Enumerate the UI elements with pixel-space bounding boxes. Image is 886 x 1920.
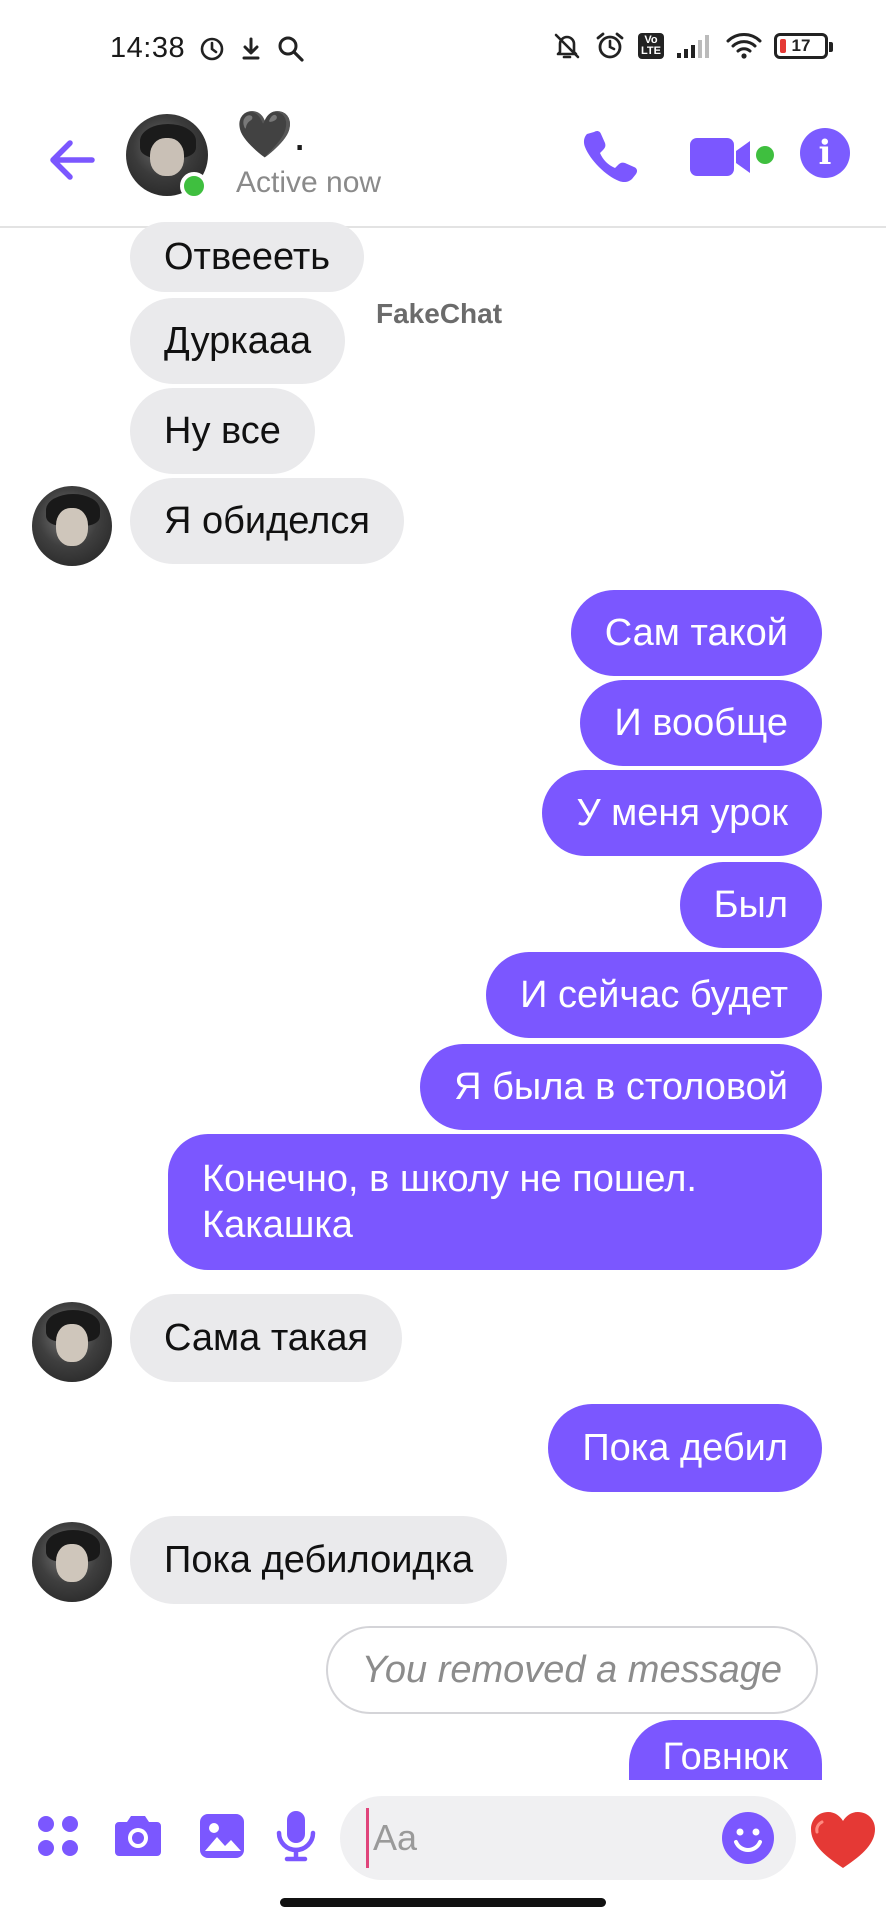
- sender-avatar[interactable]: [32, 486, 112, 566]
- heart-icon: [811, 1812, 875, 1868]
- chat-header: 🖤. Active now i FakeChat: [0, 100, 886, 329]
- home-indicator[interactable]: [280, 1898, 606, 1907]
- status-time: 14:38: [110, 32, 186, 64]
- incoming-message-bubble[interactable]: Ну все: [130, 388, 315, 474]
- outgoing-message-bubble[interactable]: Был: [679, 862, 822, 948]
- apps-button[interactable]: [30, 1808, 86, 1864]
- camera-button[interactable]: [110, 1808, 166, 1864]
- apps-icon: [38, 1816, 78, 1856]
- video-active-dot: [756, 146, 774, 164]
- online-indicator: [180, 172, 208, 200]
- emoji-icon: [722, 1812, 774, 1864]
- arrow-left-icon: [50, 140, 95, 180]
- composer-bar: [0, 1780, 886, 1890]
- clock-icon: [199, 36, 225, 62]
- phone-icon: [583, 130, 638, 183]
- outgoing-message-bubble[interactable]: Конечно, в школу не пошел. Какашка: [168, 1134, 822, 1270]
- incoming-message-bubble[interactable]: Пока дебилоидка: [130, 1516, 508, 1604]
- outgoing-message-bubble[interactable]: И вообще: [580, 680, 822, 766]
- contact-status: Active now: [236, 166, 382, 199]
- download-icon: [239, 36, 263, 62]
- status-left: 14:38: [110, 32, 305, 65]
- outgoing-message-bubble[interactable]: Говнюк: [628, 1720, 822, 1780]
- incoming-message-bubble[interactable]: Дуркааа: [130, 298, 346, 384]
- heart-button[interactable]: [808, 1810, 878, 1872]
- outgoing-message-bubble[interactable]: У меня урок: [542, 770, 822, 856]
- back-button[interactable]: [44, 132, 100, 188]
- gallery-icon: [200, 1814, 244, 1858]
- incoming-message-bubble[interactable]: Отвеееть: [130, 222, 365, 292]
- alarm-icon: [594, 30, 626, 62]
- message-input-box: [340, 1796, 796, 1880]
- outgoing-message-bubble[interactable]: Сам такой: [570, 590, 822, 676]
- camera-icon: [115, 1816, 161, 1856]
- search-icon: [277, 35, 305, 63]
- status-right: Vo LTE 17: [552, 30, 833, 62]
- sender-avatar[interactable]: [32, 1522, 112, 1602]
- battery-icon: 17: [774, 33, 833, 59]
- status-bar: 14:38 Vo LTE 17: [0, 0, 886, 100]
- removed-message-bubble[interactable]: You removed a message: [325, 1626, 818, 1714]
- signal-icon: [676, 33, 714, 59]
- voice-call-button[interactable]: [580, 126, 640, 186]
- emoji-button[interactable]: [720, 1810, 776, 1866]
- outgoing-message-bubble[interactable]: Я была в столовой: [420, 1044, 822, 1130]
- outgoing-message-bubble[interactable]: Пока дебил: [548, 1404, 822, 1492]
- microphone-icon: [276, 1811, 316, 1862]
- sender-avatar[interactable]: [32, 1302, 112, 1382]
- incoming-message-bubble[interactable]: Я обиделся: [130, 478, 404, 564]
- watermark: FakeChat: [376, 298, 503, 329]
- microphone-button[interactable]: [268, 1808, 324, 1864]
- message-input[interactable]: [366, 1808, 726, 1868]
- mute-bell-icon: [552, 31, 582, 61]
- outgoing-message-bubble[interactable]: И сейчас будет: [486, 952, 822, 1038]
- gallery-button[interactable]: [194, 1808, 250, 1864]
- info-icon: i: [818, 133, 832, 173]
- info-button[interactable]: i: [800, 128, 850, 178]
- incoming-message-bubble[interactable]: Сама такая: [130, 1294, 403, 1382]
- contact-name[interactable]: 🖤.: [236, 108, 306, 160]
- wifi-icon: [726, 32, 762, 60]
- volte-icon: Vo LTE: [638, 33, 664, 59]
